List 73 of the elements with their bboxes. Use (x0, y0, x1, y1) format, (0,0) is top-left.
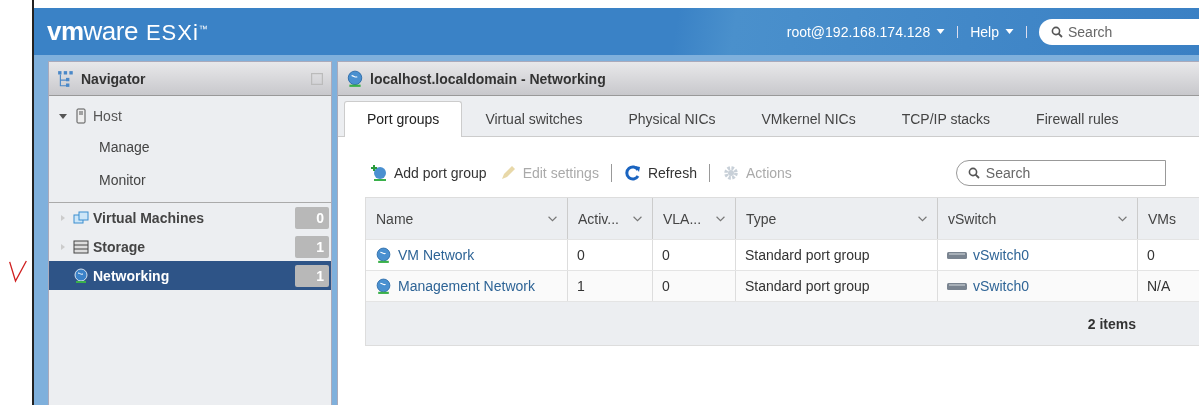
port-group-link[interactable]: VM Network (398, 247, 475, 263)
user-menu[interactable]: root@192.168.174.128 (786, 23, 946, 40)
switch-icon (947, 281, 967, 291)
nav-label: Host (93, 107, 123, 124)
globe-plus-icon (370, 164, 388, 182)
storage-icon (73, 238, 89, 255)
globe-icon (375, 277, 392, 295)
switch-icon (947, 250, 967, 260)
gear-icon (721, 164, 740, 182)
refresh-icon (623, 164, 642, 182)
table-cell: 1 (577, 278, 585, 294)
server-icon (73, 107, 89, 124)
search-field[interactable]: Search (1039, 18, 1199, 45)
column-header[interactable]: VMs (1138, 198, 1199, 239)
column-header[interactable]: Name (366, 198, 568, 239)
chevron-icon (1118, 215, 1127, 222)
vmware-logo: vmware (47, 16, 138, 47)
check-mark-drawing (8, 258, 28, 284)
nav-label: Storage (93, 238, 147, 255)
globe-icon (346, 69, 364, 88)
tree-icon (57, 69, 75, 88)
tab[interactable]: TCP/IP stacks (878, 101, 1014, 137)
search-field[interactable]: Search (955, 160, 1166, 186)
nav-item[interactable]: Storage 1 (49, 232, 331, 261)
collapse-icon[interactable] (311, 72, 323, 85)
port-group-link[interactable]: Management Network (398, 278, 535, 294)
search-icon (1051, 25, 1063, 38)
table-cell: 0 (577, 247, 585, 263)
tab[interactable]: Port groups (344, 101, 463, 137)
count-badge: 0 (295, 206, 329, 229)
table-cell: 0 (662, 247, 670, 263)
count-badge: 1 (295, 264, 329, 287)
nav-subitem[interactable]: Manage (49, 130, 331, 163)
nav-item[interactable]: Virtual Machines 0 (49, 202, 331, 232)
item-count: 2 items (1087, 315, 1136, 332)
count-badge: 1 (295, 235, 329, 258)
product-name: ESXi$^{™}$ (145, 20, 209, 46)
table-cell: 0 (662, 278, 670, 294)
chevron-icon (633, 215, 642, 222)
search-icon (967, 167, 980, 179)
table-cell: Standard port group (745, 247, 870, 263)
globe-icon (375, 246, 392, 264)
chevron-icon (918, 215, 927, 222)
tab[interactable]: Firewall rules (1013, 101, 1142, 137)
chevron-icon (716, 215, 725, 222)
table-cell: N/A (1147, 278, 1171, 294)
chevron-icon (548, 215, 557, 222)
add-port-group-button[interactable]: Add port group (370, 164, 487, 182)
caret-icon (1005, 29, 1014, 34)
expand-icon[interactable] (59, 111, 67, 120)
globe-icon (73, 267, 89, 284)
tab[interactable]: Virtual switches (462, 101, 606, 137)
nav-label: Virtual Machines (93, 209, 205, 226)
nav-item[interactable]: Host (49, 101, 331, 130)
nav-item[interactable]: Networking 1 (49, 261, 331, 290)
column-header[interactable]: Activ... (568, 198, 653, 239)
tab[interactable]: Physical NICs (605, 101, 739, 137)
nav-label: Networking (93, 267, 171, 284)
vms-icon (73, 209, 89, 226)
nav-subitem[interactable]: Monitor (49, 163, 331, 196)
tab[interactable]: VMkernel NICs (738, 101, 879, 137)
caret-icon (936, 29, 946, 34)
vswitch-link[interactable]: vSwitch0 (973, 247, 1030, 263)
panel-title: Navigator (81, 70, 147, 87)
panel-title: localhost.localdomain - Networking (370, 70, 607, 87)
vswitch-link[interactable]: vSwitch0 (973, 278, 1030, 294)
table-cell: 0 (1147, 247, 1155, 263)
column-header[interactable]: Type (736, 198, 938, 239)
column-header[interactable]: VLA... (653, 198, 736, 239)
table-cell: Standard port group (745, 278, 870, 294)
column-header[interactable]: vSwitch (938, 198, 1138, 239)
help-menu[interactable]: Help (970, 23, 1014, 40)
refresh-button[interactable]: Refresh (623, 164, 697, 182)
